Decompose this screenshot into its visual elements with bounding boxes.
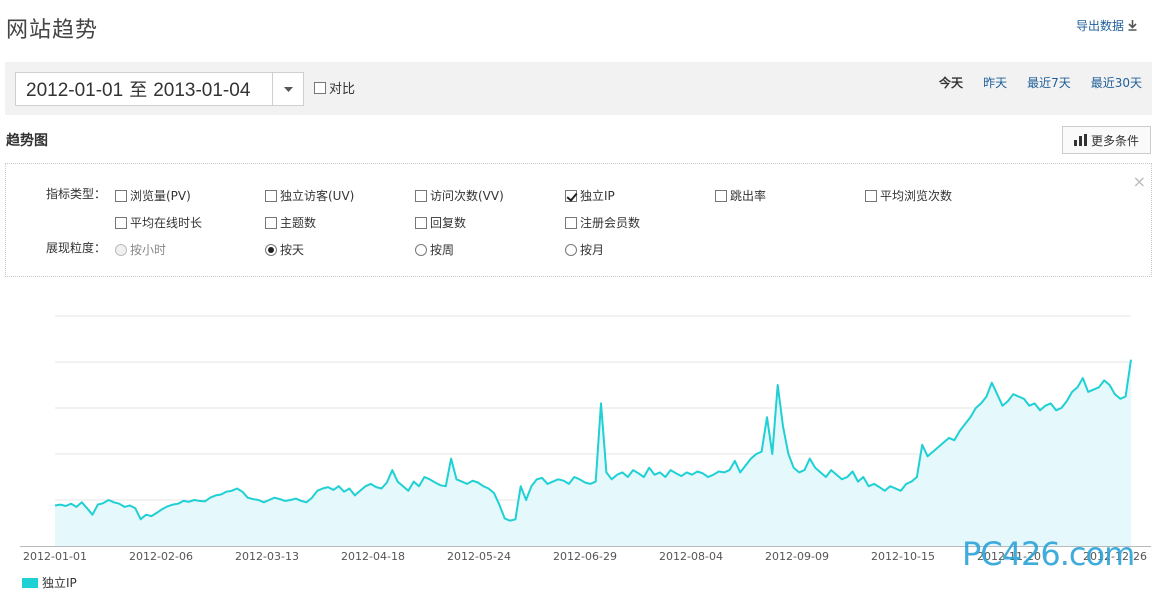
- metric-option-label: 跳出率: [730, 189, 767, 203]
- options-panel: × 指标类型： 浏览量(PV) 独立访客(UV) 访问次数(VV) 独立IP 跳…: [5, 163, 1152, 277]
- metric-option-label: 注册会员数: [580, 216, 641, 230]
- metric-option-label: 平均浏览次数: [880, 189, 953, 203]
- granularity-radio[interactable]: [265, 243, 277, 256]
- export-data-link[interactable]: 导出数据: [1076, 17, 1137, 34]
- download-icon: [1128, 20, 1137, 31]
- x-tick-label: 2012-05-24: [447, 550, 511, 563]
- section-title: 趋势图: [6, 133, 48, 149]
- x-tick-label: 2012-09-09: [765, 550, 829, 563]
- metric-option-label: 浏览量(PV): [130, 189, 191, 203]
- x-tick-label: 2012-01-01: [23, 550, 87, 563]
- more-conditions-button[interactable]: 更多条件: [1062, 126, 1151, 154]
- metric-type-label: 指标类型：: [46, 187, 107, 201]
- metric-checkbox[interactable]: [415, 189, 427, 202]
- granularity-option-label: 按周: [430, 243, 455, 257]
- x-tick-label: 2012-02-06: [129, 550, 193, 563]
- metric-option[interactable]: 独立IP: [565, 187, 615, 204]
- date-separator: 至: [129, 80, 148, 101]
- close-icon[interactable]: ×: [1133, 172, 1146, 191]
- chevron-down-icon[interactable]: [272, 73, 303, 105]
- more-conditions-label: 更多条件: [1090, 133, 1139, 148]
- granularity-label: 展现粒度：: [46, 241, 107, 255]
- x-tick-label: 2012-03-13: [235, 550, 299, 563]
- quick-range-links: 今天 昨天 最近7天 最近30天: [939, 74, 1142, 91]
- metric-checkbox[interactable]: [415, 216, 427, 229]
- quick-range-7days[interactable]: 最近7天: [1027, 74, 1071, 91]
- export-data-label: 导出数据: [1075, 19, 1124, 33]
- metric-option[interactable]: 访问次数(VV): [415, 187, 504, 204]
- metric-option-label: 平均在线时长: [130, 216, 203, 230]
- granularity-option-label: 按小时: [130, 243, 167, 257]
- chart-legend[interactable]: 独立IP: [22, 574, 77, 591]
- granularity-option: 按小时: [115, 241, 166, 258]
- metric-option-label: 访问次数(VV): [430, 189, 504, 203]
- metric-checkbox[interactable]: [565, 189, 577, 202]
- trend-chart: 2012-01-01 2012-02-06 2012-03-13 2012-04-18…: [20, 315, 1151, 563]
- legend-label: 独立IP: [42, 576, 77, 590]
- metric-checkbox[interactable]: [265, 216, 277, 229]
- start-date: 2012-01-01: [26, 80, 124, 101]
- metric-option[interactable]: 注册会员数: [565, 214, 640, 231]
- metric-option[interactable]: 回复数: [415, 214, 466, 231]
- granularity-option[interactable]: 按月: [565, 241, 604, 258]
- series-area-fill: [55, 359, 1131, 546]
- granularity-radio: [115, 243, 127, 256]
- granularity-option[interactable]: 按周: [415, 241, 454, 258]
- bar-chart-icon: [1073, 134, 1087, 146]
- metric-checkbox[interactable]: [115, 216, 127, 229]
- granularity-radio[interactable]: [415, 243, 427, 256]
- granularity-option[interactable]: 按天: [265, 241, 304, 258]
- watermark: PC426.com: [962, 535, 1135, 573]
- metric-option-label: 主题数: [280, 216, 317, 230]
- metric-option[interactable]: 平均浏览次数: [865, 187, 952, 204]
- metric-option-label: 独立IP: [580, 189, 615, 203]
- metric-option-label: 回复数: [430, 216, 467, 230]
- granularity-option-label: 按天: [280, 243, 305, 257]
- legend-swatch: [22, 577, 38, 588]
- metric-option[interactable]: 平均在线时长: [115, 214, 202, 231]
- metric-option-label: 独立访客(UV): [280, 189, 355, 203]
- compare-toggle[interactable]: 对比: [314, 78, 355, 97]
- end-date: 2013-01-04: [153, 80, 251, 101]
- metric-option[interactable]: 浏览量(PV): [115, 187, 191, 204]
- compare-label: 对比: [329, 82, 356, 97]
- granularity-radio[interactable]: [565, 243, 577, 256]
- metric-checkbox[interactable]: [265, 189, 277, 202]
- date-range-text: 2012-01-01 至 2013-01-04: [16, 76, 272, 102]
- x-tick-label: 2012-10-15: [871, 550, 935, 563]
- metric-option[interactable]: 跳出率: [715, 187, 766, 204]
- metric-option[interactable]: 独立访客(UV): [265, 187, 354, 204]
- compare-checkbox[interactable]: [314, 81, 326, 94]
- quick-range-yesterday[interactable]: 昨天: [983, 74, 1007, 91]
- x-tick-label: 2012-08-04: [659, 550, 723, 563]
- date-range-picker[interactable]: 2012-01-01 至 2013-01-04: [15, 72, 304, 106]
- date-range-bar: 2012-01-01 至 2013-01-04 对比 今天 昨天 最近7天 最近30…: [5, 62, 1152, 115]
- metric-checkbox[interactable]: [865, 189, 877, 202]
- quick-range-30days[interactable]: 最近30天: [1091, 74, 1142, 91]
- page-title: 网站趋势: [6, 18, 99, 43]
- quick-range-today[interactable]: 今天: [939, 74, 963, 91]
- metric-checkbox[interactable]: [115, 189, 127, 202]
- x-tick-label: 2012-06-29: [553, 550, 617, 563]
- metric-checkbox[interactable]: [715, 189, 727, 202]
- metric-option[interactable]: 主题数: [265, 214, 316, 231]
- metric-checkbox[interactable]: [565, 216, 577, 229]
- granularity-option-label: 按月: [580, 243, 605, 257]
- x-tick-label: 2012-04-18: [341, 550, 405, 563]
